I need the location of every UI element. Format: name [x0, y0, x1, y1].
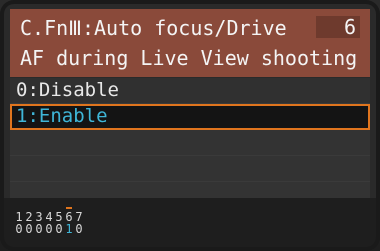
function-column: 1 0	[14, 211, 24, 235]
menu-header: C.FnⅢ:Auto focus/Drive 6 AF during Live …	[10, 9, 370, 77]
title-group: Ⅲ	[68, 16, 82, 40]
current-function-marker	[66, 207, 72, 209]
option-label: 1:Enable	[16, 105, 108, 127]
option-enable[interactable]: 1:Enable	[10, 104, 370, 130]
function-value: 0	[35, 222, 43, 236]
function-summary-footer: 1 0 2 0 3 0 4 0 5 0 6 1 7 0	[0, 198, 380, 251]
function-value: 1	[65, 222, 73, 236]
function-value: 0	[15, 222, 23, 236]
function-column: 2 0	[24, 211, 34, 235]
function-digits: 1 0 2 0 3 0 4 0 5 0 6 1 7 0	[14, 207, 84, 236]
function-subtitle: AF during Live View shooting	[20, 46, 358, 70]
page-number-badge: 6	[316, 16, 360, 38]
empty-row	[10, 156, 370, 182]
function-column-current: 6 1	[64, 207, 74, 236]
function-column: 7 0	[74, 211, 84, 235]
empty-row	[10, 130, 370, 156]
camera-menu-screen: C.FnⅢ:Auto focus/Drive 6 AF during Live …	[0, 0, 380, 251]
option-disable[interactable]: 0:Disable	[10, 78, 370, 104]
option-label: 0:Disable	[16, 79, 119, 101]
function-column: 5 0	[54, 211, 64, 235]
function-value: 0	[45, 222, 53, 236]
option-list: 0:Disable 1:Enable	[10, 78, 370, 208]
function-column: 3 0	[34, 211, 44, 235]
title-prefix: C.Fn	[20, 16, 69, 40]
function-value: 0	[55, 222, 63, 236]
function-column: 4 0	[44, 211, 54, 235]
function-value: 0	[75, 222, 83, 236]
title-rest: :Auto focus/Drive	[81, 16, 287, 40]
function-value: 0	[25, 222, 33, 236]
page-title: C.FnⅢ:Auto focus/Drive	[20, 17, 287, 39]
